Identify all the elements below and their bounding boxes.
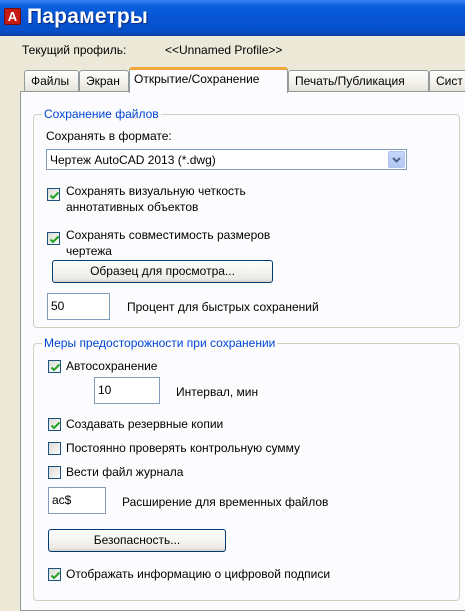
visual-fidelity-label: Сохранять визуальную четкость <box>66 184 246 198</box>
profile-label: Текущий профиль: <box>22 43 127 57</box>
thumbnail-preview-button[interactable]: Образец для просмотра... <box>52 260 273 283</box>
temp-extension-label: Расширение для временных файлов <box>122 495 329 509</box>
incremental-save-input[interactable]: 50 <box>47 293 110 320</box>
visual-fidelity-checkbox[interactable] <box>47 188 60 201</box>
tab-files[interactable]: Файлы <box>24 70 79 91</box>
incremental-save-label: Процент для быстрых сохранений <box>127 300 319 314</box>
window-title: Параметры <box>27 5 149 28</box>
crc-check-checkbox[interactable] <box>48 442 61 455</box>
size-compatibility-label-2: чертежа <box>66 244 112 258</box>
tab-system[interactable]: Сист <box>429 70 465 91</box>
autocad-logo-icon: A <box>4 8 21 25</box>
digital-signature-label: Отображать информацию о цифровой подписи <box>66 567 331 581</box>
log-file-label: Вести файл журнала <box>66 465 184 479</box>
chevron-down-icon[interactable] <box>388 151 405 168</box>
save-format-dropdown[interactable]: Чертеж AutoCAD 2013 (*.dwg) <box>46 149 407 170</box>
file-save-group: Сохранение файлов Сохранять в формате: Ч… <box>33 107 460 328</box>
size-compatibility-checkbox[interactable] <box>47 232 60 245</box>
tab-panel-open-save: Сохранение файлов Сохранять в формате: Ч… <box>20 91 465 611</box>
tab-open-save[interactable]: Открытие/Сохранение <box>129 67 288 93</box>
save-format-value: Чертеж AutoCAD 2013 (*.dwg) <box>50 153 216 167</box>
tab-label: Экран <box>86 74 120 88</box>
file-safety-group-title: Меры предосторожности при сохранении <box>42 336 278 351</box>
autosave-label: Автосохранение <box>66 359 158 373</box>
file-save-group-title: Сохранение файлов <box>42 107 161 122</box>
tab-display[interactable]: Экран <box>79 70 129 91</box>
digital-signature-checkbox[interactable] <box>48 568 61 581</box>
autosave-checkbox[interactable] <box>48 360 61 373</box>
file-safety-group: Меры предосторожности при сохранении Авт… <box>33 336 460 601</box>
autosave-interval-label: Интервал, мин <box>176 385 259 399</box>
tab-label: Сист <box>436 74 463 88</box>
title-bar[interactable]: A Параметры <box>0 0 465 36</box>
autosave-interval-input[interactable]: 10 <box>94 377 160 404</box>
size-compatibility-label: Сохранять совместимость размеров <box>66 228 271 242</box>
crc-check-label: Постоянно проверять контрольную сумму <box>66 441 300 455</box>
profile-name: <<Unnamed Profile>> <box>165 43 283 57</box>
tab-label: Открытие/Сохранение <box>134 72 260 86</box>
save-format-label: Сохранять в формате: <box>46 129 172 143</box>
log-file-checkbox[interactable] <box>48 466 61 479</box>
visual-fidelity-label-2: аннотативных объектов <box>66 200 199 214</box>
tab-label: Печать/Публикация <box>295 74 405 88</box>
tab-label: Файлы <box>31 74 70 88</box>
temp-extension-input[interactable]: ac$ <box>48 487 106 514</box>
security-button[interactable]: Безопасность... <box>48 529 226 552</box>
backup-copy-checkbox[interactable] <box>48 418 61 431</box>
backup-copy-label: Создавать резервные копии <box>66 417 224 431</box>
tab-plot-publish[interactable]: Печать/Публикация <box>288 70 429 91</box>
